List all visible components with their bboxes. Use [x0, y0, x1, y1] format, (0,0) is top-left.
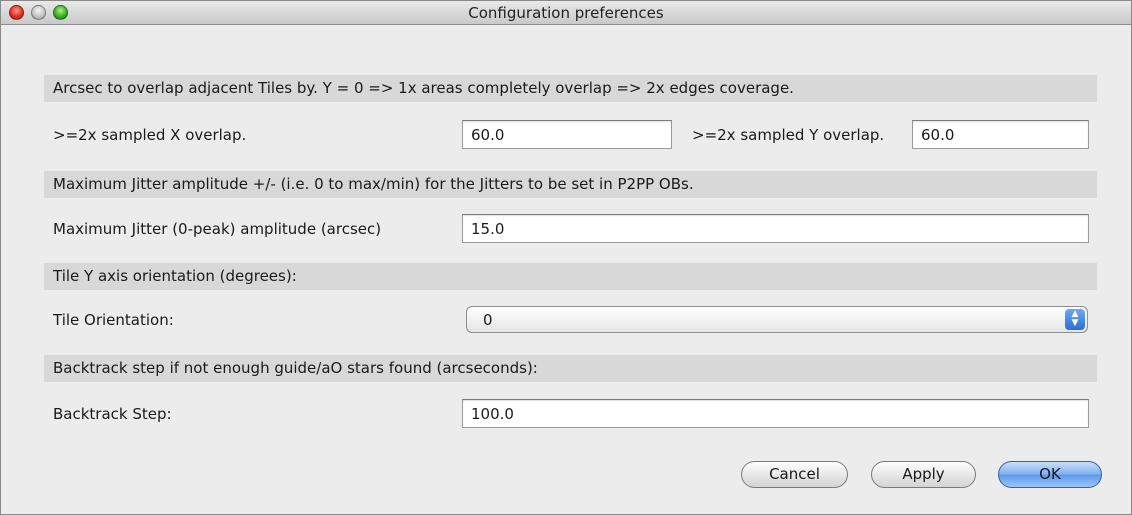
configuration-preferences-window: Configuration preferences Arcsec to over…	[0, 0, 1132, 515]
x-overlap-label: >=2x sampled X overlap.	[53, 126, 247, 144]
cancel-button[interactable]: Cancel	[741, 461, 848, 488]
backtrack-step-field[interactable]	[462, 399, 1089, 428]
ok-button[interactable]: OK	[998, 461, 1102, 488]
tile-orientation-value: 0	[483, 311, 493, 329]
backtrack-section-header: Backtrack step if not enough guide/aO st…	[44, 355, 1097, 382]
title-bar[interactable]: Configuration preferences	[1, 1, 1131, 25]
x-overlap-field[interactable]	[462, 120, 672, 149]
backtrack-step-label: Backtrack Step:	[53, 405, 172, 423]
max-jitter-label: Maximum Jitter (0-peak) amplitude (arcse…	[53, 220, 382, 238]
apply-button[interactable]: Apply	[871, 461, 976, 488]
y-overlap-field[interactable]	[912, 120, 1089, 149]
jitter-section-header: Maximum Jitter amplitude +/- (i.e. 0 to …	[44, 171, 1097, 198]
overlap-section-header: Arcsec to overlap adjacent Tiles by. Y =…	[44, 75, 1097, 102]
tile-orientation-label: Tile Orientation:	[53, 311, 174, 329]
y-overlap-label: >=2x sampled Y overlap.	[692, 126, 885, 144]
max-jitter-field[interactable]	[462, 214, 1089, 243]
window-title: Configuration preferences	[468, 4, 664, 22]
tile-orientation-select[interactable]: 0 ▲ ▼	[466, 306, 1088, 333]
orientation-section-header: Tile Y axis orientation (degrees):	[44, 263, 1097, 290]
updown-arrows-icon[interactable]: ▲ ▼	[1065, 309, 1085, 330]
